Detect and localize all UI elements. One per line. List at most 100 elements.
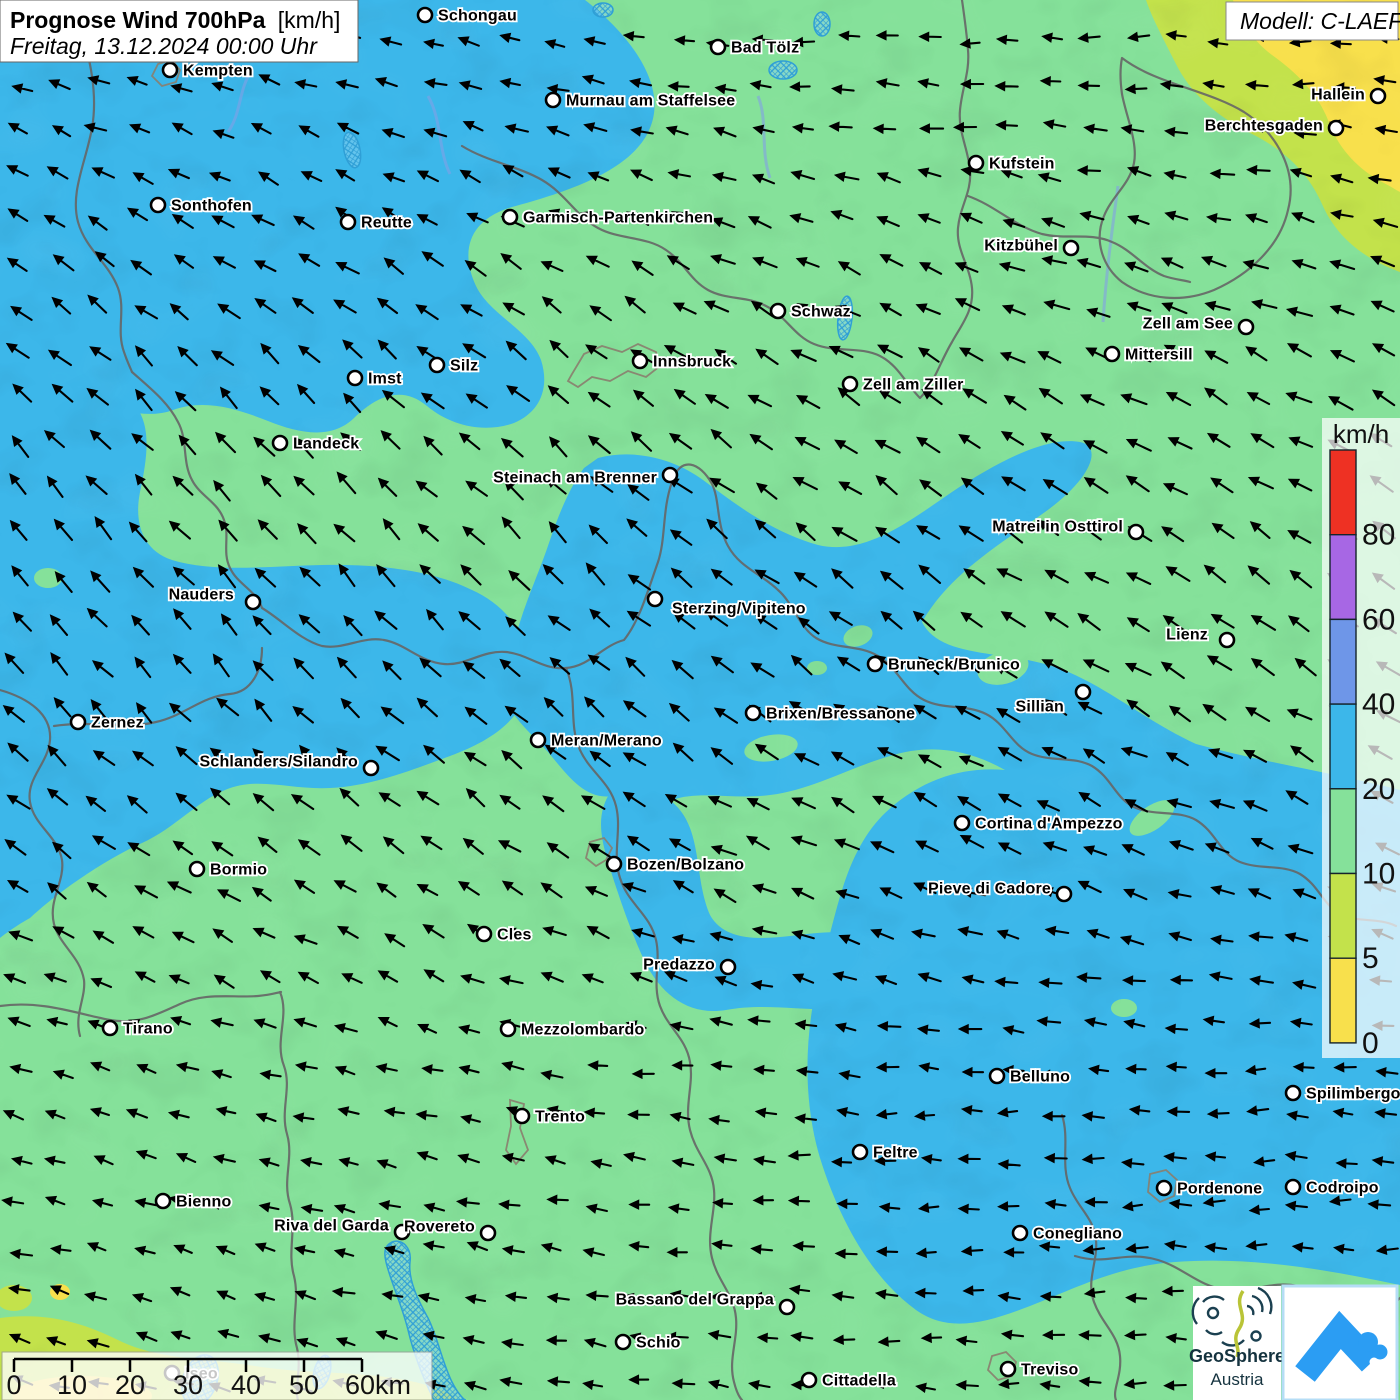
city-label: Meran/Merano — [551, 733, 662, 750]
page-title-unit: [km/h] — [278, 7, 341, 33]
scale-bar-label: 0 — [6, 1370, 21, 1400]
city: Murnau am Staffelsee — [544, 91, 737, 111]
city-label: Brixen/Bressanone — [766, 706, 915, 723]
city-marker — [1284, 1178, 1302, 1196]
city-label: Schio — [636, 1335, 681, 1352]
city-marker — [1237, 318, 1255, 336]
city-label: Cortina d'Ampezzo — [975, 816, 1123, 833]
city-label: Landeck — [293, 436, 359, 453]
city-label: Belluno — [1010, 1069, 1070, 1086]
city-marker — [416, 6, 434, 24]
city: Garmisch-Partenkirchen — [501, 208, 715, 228]
city-label: Spilimbergo — [1306, 1086, 1400, 1103]
city-label: Nauders — [169, 587, 234, 604]
city-marker — [800, 1371, 818, 1389]
model-box: Modell: C-LAEF — [1225, 1, 1400, 41]
city-label: Schwaz — [791, 304, 851, 321]
city: Reutte — [339, 213, 414, 233]
svg-text:Prognose Wind 700hPa [km: Prognose Wind 700hPa [km/h] — [10, 7, 340, 33]
geosphere-name: GeoSphere — [1189, 1346, 1285, 1366]
city-label: Pordenone — [1177, 1181, 1262, 1198]
city-label: Riva del Garda — [274, 1218, 389, 1235]
city-marker — [188, 860, 206, 878]
city: Zernez — [69, 713, 145, 733]
city-marker — [605, 855, 623, 873]
legend-tick-label: 40 — [1362, 688, 1395, 721]
legend-tick-label: 0 — [1362, 1027, 1379, 1060]
city-marker — [149, 196, 167, 214]
city-marker — [661, 466, 679, 484]
city-marker — [988, 1067, 1006, 1085]
city: Tirano — [101, 1019, 174, 1039]
legend-band — [1329, 534, 1357, 621]
city-marker — [69, 713, 87, 731]
legend-band — [1329, 788, 1357, 875]
city-label: Conegliano — [1033, 1226, 1122, 1243]
lake-tegernsee — [813, 11, 831, 37]
city-marker — [999, 1360, 1017, 1378]
city-marker — [271, 434, 289, 452]
city: Berchtesgaden — [1203, 116, 1345, 137]
city-marker — [841, 375, 859, 393]
city-label: Murnau am Staffelsee — [566, 93, 735, 110]
city-marker — [479, 1224, 497, 1242]
city: Meran/Merano — [529, 731, 663, 751]
city-label: Codroipo — [1306, 1180, 1379, 1197]
legend-tick-label: 5 — [1362, 942, 1379, 975]
scale-bar: 0 10 20 30 40 50 60km — [1, 1351, 433, 1400]
legend-band — [1329, 957, 1357, 1044]
city: Silz — [428, 356, 480, 376]
city-marker — [346, 369, 364, 387]
city-label: Mittersill — [1125, 347, 1193, 364]
city-marker — [428, 356, 446, 374]
city-marker — [339, 213, 357, 231]
map-svg: Schongau Bad Tölz Kempten Murnau am Staffel… — [0, 0, 1400, 1400]
city-label: Sterzing/Vipiteno — [672, 601, 806, 618]
city-marker — [1011, 1224, 1029, 1242]
city-marker — [851, 1143, 869, 1161]
city-label: Trento — [535, 1109, 585, 1126]
city-label: Reutte — [361, 215, 412, 232]
city: Bruneck/Brunico — [866, 655, 1022, 675]
city-label: Hallein — [1311, 87, 1365, 104]
city-label: Bienno — [176, 1194, 231, 1211]
city-label: Berchtesgaden — [1205, 118, 1323, 135]
city-marker — [101, 1019, 119, 1037]
city-label: Zell am See — [1143, 316, 1233, 333]
city-marker — [499, 1020, 517, 1038]
city-label: Sonthofen — [171, 198, 252, 215]
city: Feltre — [851, 1143, 919, 1163]
city-marker — [1327, 119, 1345, 137]
city-label: Steinach am Brenner — [493, 470, 657, 487]
city: Cles — [475, 925, 533, 945]
geosphere-logo: GeoSphere Austria — [1189, 1286, 1285, 1400]
city-label: Innsbruck — [653, 354, 731, 371]
city-marker — [631, 352, 649, 370]
city-marker — [475, 925, 493, 943]
city-label: Bruneck/Brunico — [888, 657, 1020, 674]
legend-tick-label: 20 — [1362, 773, 1395, 806]
city: Mezzolombardo — [499, 1020, 646, 1040]
city-label: Schlanders/Silandro — [199, 754, 358, 771]
legend-band — [1329, 618, 1357, 705]
city-label: Treviso — [1021, 1362, 1078, 1379]
city-label: Feltre — [873, 1145, 918, 1162]
city-marker — [614, 1333, 632, 1351]
city-marker — [1284, 1084, 1302, 1102]
city-label: Bassano del Grappa — [616, 1292, 774, 1309]
city-marker — [513, 1107, 531, 1125]
city: Schio — [614, 1333, 682, 1353]
city-marker — [953, 814, 971, 832]
model-label: Modell: C-LAEF — [1240, 8, 1400, 34]
city-marker — [544, 91, 562, 109]
city: Trento — [513, 1107, 587, 1127]
city-marker — [1062, 239, 1080, 257]
city-label: Zernez — [91, 715, 144, 732]
city-marker — [1369, 87, 1387, 105]
city-label: Predazzo — [643, 957, 715, 974]
city-marker — [866, 655, 884, 673]
city-marker — [646, 590, 664, 608]
scale-bar-label: 50 — [289, 1370, 319, 1400]
city-label: Bad Tölz — [731, 40, 799, 57]
city-marker — [1127, 523, 1145, 541]
